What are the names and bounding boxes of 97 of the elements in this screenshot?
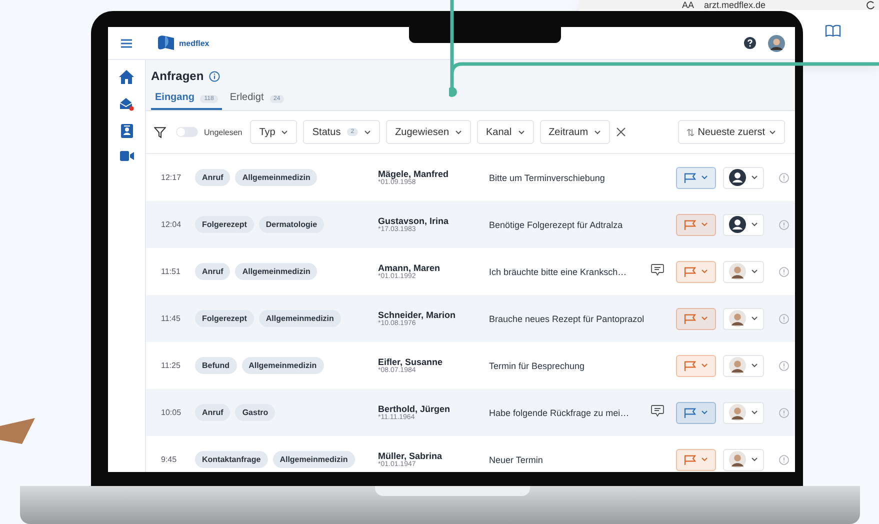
flag-dropdown[interactable] [676,448,716,470]
tag: Anruf [195,263,230,280]
info-icon[interactable] [208,70,220,82]
subject-text: Bitte um Terminverschiebung [489,172,606,182]
chevron-icon [751,363,758,368]
subject-text: Ich bräuchte bitte eine Kranksch… [489,266,628,276]
patient-name: Mägele, Manfred [378,169,450,179]
filter-dropdown[interactable]: Kanal [477,120,534,144]
time-text: 11:25 [161,361,182,370]
sort-dropdown[interactable]: Neueste zuerst [678,120,785,144]
patient-name: Eifler, Susanne [378,357,444,367]
tag: Befund [195,357,237,374]
time-text: 10:05 [161,408,182,417]
patient-name: Schneider, Marion [378,310,457,320]
tag: Kontaktanfrage [195,451,268,468]
chevron-icon [751,175,758,180]
assignee-dropdown[interactable] [723,402,764,424]
flag-dropdown[interactable] [676,354,716,376]
toggle-label: Ungelesen [204,128,242,136]
comment-icon[interactable] [651,264,664,276]
tag: Allgemeinmedizin [242,357,324,374]
flag-dropdown[interactable] [676,214,716,236]
assignee-dropdown[interactable] [723,166,764,188]
tag: Allgemeinmedizin [272,451,355,468]
assignee-dropdown[interactable] [723,308,764,330]
patient-name: Gustavson, Irina [378,216,450,226]
chevron-icon [281,130,288,134]
home-icon[interactable] [119,70,134,84]
tag: Allgemeinmedizin [258,310,341,327]
book-icon[interactable] [825,24,841,37]
chevron-icon [594,130,602,134]
menu-icon[interactable] [121,38,132,48]
assignee-dropdown[interactable] [723,214,764,236]
subject-text: Termin für Besprechung [489,360,586,370]
tag: Anruf [195,404,230,421]
url-text[interactable]: arzt.medflex.de [704,0,856,10]
help-icon[interactable] [744,37,756,49]
time-text: 11:45 [161,314,182,323]
time-text: 11:51 [161,267,182,276]
filter-dropdown[interactable]: Typ [250,120,298,144]
time-text: 9:45 [161,455,178,464]
tag: Folgerezept [195,310,254,327]
tag: Dermatologie [258,216,324,233]
chevron-icon [364,130,372,134]
filter-dropdown[interactable]: Zugewiesen [386,120,471,144]
page-title: Anfragen [151,69,204,83]
filter-dropdown[interactable]: Zeitraum [540,120,610,144]
tag: Allgemeinmedizin [235,169,318,186]
chevron-icon [751,316,758,321]
avatar[interactable] [768,34,785,52]
flag-dropdown[interactable] [676,166,716,188]
tag: Anruf [195,169,230,186]
chevron-icon [701,457,708,462]
assignee-dropdown[interactable] [723,260,764,282]
reader-button[interactable]: AA [682,0,694,10]
reload-icon[interactable] [866,0,875,10]
chevron-icon [701,175,708,180]
subject-text: Brauche neues Rezept für Pantoprazol [489,314,646,324]
chevron-icon [701,222,708,227]
flag-dropdown[interactable] [676,260,716,282]
logo-text: medflex [179,38,210,48]
patient-name: Amann, Maren [378,263,442,273]
logo-icon [157,35,175,51]
tag: Folgerezept [195,216,254,233]
flag-dropdown[interactable] [676,308,716,330]
subject-text: Benötige Folgerezept für Adtralza [489,220,624,230]
patient-name: Müller, Sabrina [378,451,444,461]
chevron-icon [455,130,462,134]
chevron-icon [751,457,758,462]
decor-shape [0,416,36,446]
contact-icon[interactable] [120,124,132,138]
mail-icon[interactable] [119,97,134,111]
flag-dropdown[interactable] [676,402,716,424]
unread-toggle[interactable] [176,127,198,137]
patient-name: Berthold, Jürgen [378,404,452,414]
chevron-icon [518,130,525,134]
assignee-dropdown[interactable] [723,448,764,470]
assignee-dropdown[interactable] [723,354,764,376]
tag: Allgemeinmedizin [235,263,318,280]
sort-icon [686,128,694,136]
subject-text: Neuer Termin [489,454,544,464]
chevron-icon [701,363,708,368]
time-text: 12:04 [161,220,182,229]
chevron-icon [701,269,708,274]
chevron-icon [701,410,708,415]
subject-text: Habe folgende Rückfrage zu mei… [489,408,630,418]
comment-icon[interactable] [651,404,664,416]
chevron-icon [751,410,758,415]
video-icon[interactable] [120,151,134,161]
clear-icon[interactable] [616,127,626,137]
chevron-icon [769,130,776,134]
time-text: 12:17 [161,173,182,182]
chevron-icon [751,222,758,227]
chevron-icon [701,316,708,321]
filter-icon[interactable] [154,126,166,138]
tag: Gastro [235,404,276,421]
chevron-icon [751,269,758,274]
